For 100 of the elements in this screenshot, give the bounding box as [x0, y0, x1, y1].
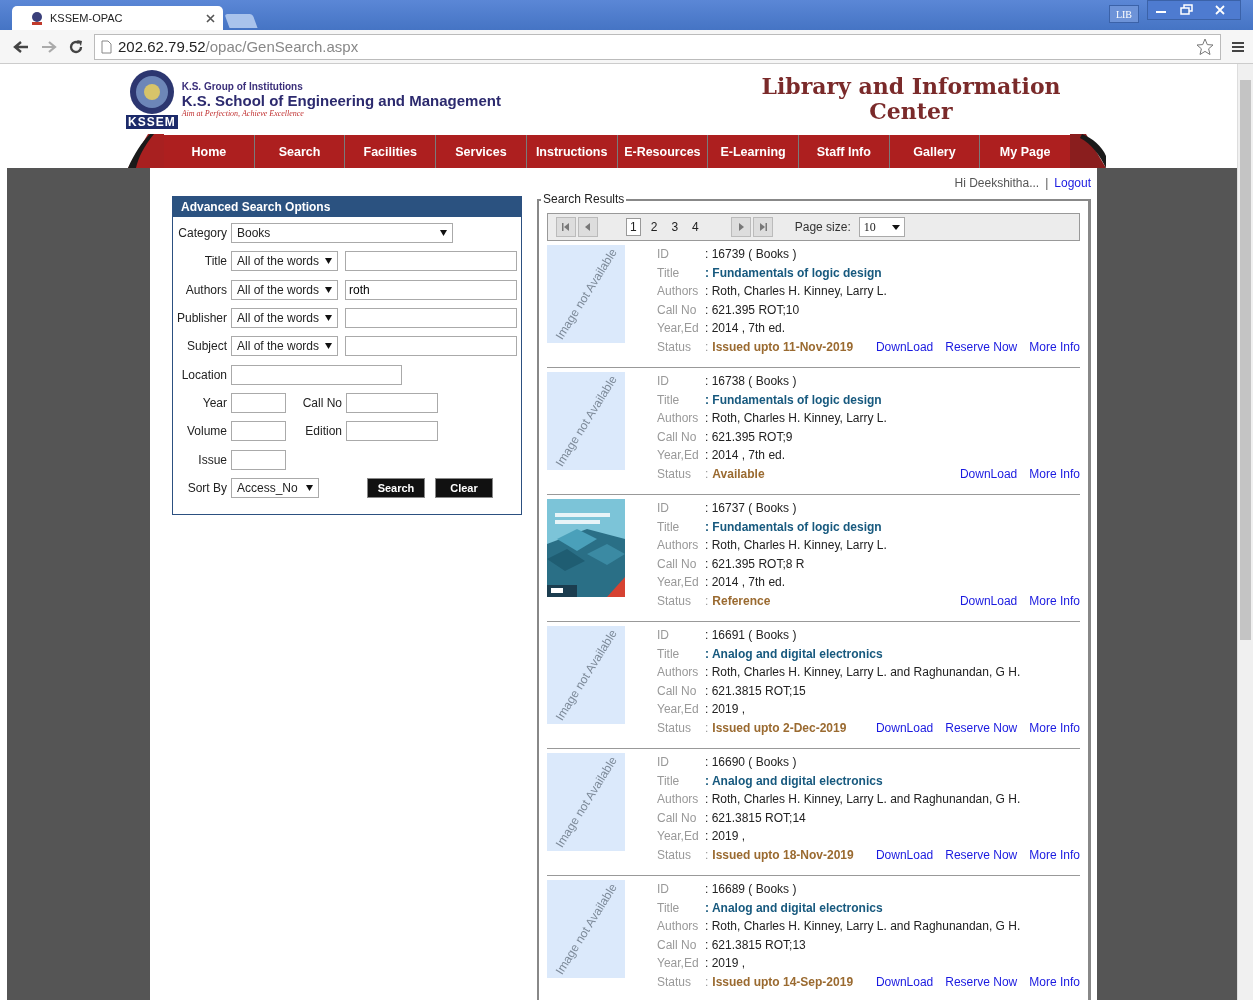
first-page-button[interactable]	[556, 217, 576, 237]
action-link[interactable]: DownLoad	[875, 339, 934, 354]
call-number-value: : 621.395 ROT;9	[705, 429, 793, 444]
first-page-icon	[561, 222, 571, 232]
input-field[interactable]	[345, 251, 517, 272]
match-dropdown[interactable]: All of the words	[231, 336, 338, 357]
title-link[interactable]: : Analog and digital electronics	[705, 773, 883, 788]
action-link[interactable]: More Info	[1029, 974, 1080, 989]
field-label: Title	[657, 519, 681, 534]
page-link[interactable]: 4	[688, 218, 703, 236]
url-text: 202.62.79.52/opac/GenSearch.aspx	[118, 38, 359, 55]
panel-title: Advanced Search Options	[173, 197, 521, 217]
star-icon[interactable]	[1196, 37, 1214, 56]
input-field[interactable]	[231, 449, 286, 470]
title-link[interactable]: : Analog and digital electronics	[705, 646, 883, 661]
input-field[interactable]	[345, 336, 517, 357]
action-link[interactable]: Reserve Now	[945, 720, 1018, 735]
action-link[interactable]: More Info	[1029, 466, 1080, 481]
close-icon[interactable]	[206, 13, 215, 23]
field-label: Publisher	[175, 311, 228, 326]
year-edition-value: : 2014 , 7th ed.	[705, 448, 786, 463]
field-label: ID	[657, 501, 670, 516]
input-field[interactable]	[231, 392, 286, 413]
title-link[interactable]: : Analog and digital electronics	[705, 900, 883, 915]
call-number-value: : 621.3815 ROT;13	[705, 937, 806, 952]
year-edition-value: : 2019 ,	[705, 829, 746, 844]
input-field[interactable]	[346, 421, 438, 442]
address-bar[interactable]: 202.62.79.52/opac/GenSearch.aspx	[94, 33, 1221, 60]
action-link[interactable]: DownLoad	[875, 974, 934, 989]
page-size-label: Page size:	[794, 220, 851, 234]
crest-icon	[127, 69, 176, 115]
caret-icon	[325, 258, 332, 265]
previous-page-button[interactable]	[578, 217, 598, 237]
field-label: Sort By	[186, 480, 228, 495]
field-label: Title	[657, 646, 681, 661]
page-link[interactable]: 2	[646, 218, 662, 236]
separator-text: |	[1045, 176, 1049, 192]
category-dropdown[interactable]: Books	[231, 223, 453, 244]
input-field[interactable]	[231, 364, 402, 385]
page-link[interactable]: 3	[667, 218, 683, 236]
forward-icon[interactable]	[40, 38, 58, 55]
authors-value: : Roth, Charles H. Kinney, Larry L. and Raghunandan, G H.	[705, 792, 1021, 807]
action-link[interactable]: Reserve Now	[945, 339, 1018, 354]
field-label: ID	[657, 755, 670, 770]
input-field[interactable]: roth	[345, 279, 517, 300]
field-label: Title	[657, 392, 681, 407]
menu-icon[interactable]	[1231, 39, 1245, 54]
action-link[interactable]: DownLoad	[875, 847, 934, 862]
field-label: Authors	[657, 919, 700, 934]
action-link[interactable]: DownLoad	[959, 466, 1018, 481]
field-label: Title	[657, 900, 681, 915]
page-link[interactable]: 1	[626, 218, 641, 236]
next-page-button[interactable]	[730, 217, 751, 237]
field-label: Status	[657, 466, 693, 481]
field-label: ID	[657, 247, 670, 262]
last-page-button[interactable]	[752, 217, 773, 237]
call-number-value: : 621.395 ROT;10	[705, 302, 800, 317]
sort-dropdown[interactable]: Access_No	[231, 477, 319, 498]
action-link[interactable]: Reserve Now	[945, 847, 1018, 862]
colon-text: :	[705, 720, 709, 735]
title-link[interactable]: : Fundamentals of logic design	[705, 265, 882, 280]
back-icon[interactable]	[12, 38, 30, 55]
caret-icon	[891, 224, 900, 230]
call-number-value: : 621.3815 ROT;14	[705, 810, 806, 825]
action-link[interactable]: More Info	[1029, 339, 1080, 354]
action-link[interactable]: More Info	[1029, 720, 1080, 735]
caret-icon	[440, 230, 447, 237]
status-value: Issued upto 11-Nov-2019	[712, 339, 854, 354]
search-button[interactable]: Search	[367, 477, 425, 498]
field-label: Call No	[301, 395, 343, 410]
match-dropdown[interactable]: All of the words	[231, 251, 338, 272]
action-link[interactable]: DownLoad	[959, 593, 1018, 608]
input-field[interactable]	[346, 392, 438, 413]
id-value: : 16690 ( Books )	[705, 755, 797, 770]
match-dropdown[interactable]: All of the words	[231, 279, 338, 300]
action-link[interactable]: More Info	[1029, 847, 1080, 862]
field-label: Year	[201, 395, 228, 410]
page-size-dropdown[interactable]: 10	[858, 217, 905, 237]
browser-tab[interactable]: KSSEM-OPAC	[12, 6, 223, 30]
scrollbar[interactable]	[1237, 64, 1253, 1000]
field-label: Call No	[657, 937, 698, 952]
logout-link[interactable]: Logout	[1054, 176, 1091, 192]
action-link[interactable]: Reserve Now	[945, 974, 1018, 989]
new-tab-button[interactable]	[224, 14, 258, 28]
colon-text: :	[705, 593, 709, 608]
title-link[interactable]: : Fundamentals of logic design	[705, 519, 882, 534]
clear-button[interactable]: Clear	[435, 477, 493, 498]
input-field[interactable]	[231, 421, 286, 442]
action-link[interactable]: DownLoad	[875, 720, 934, 735]
input-field[interactable]	[345, 308, 517, 329]
action-link[interactable]: More Info	[1029, 593, 1080, 608]
title-link[interactable]: : Fundamentals of logic design	[705, 392, 882, 407]
authors-value: : Roth, Charles H. Kinney, Larry L. and Raghunandan, G H.	[705, 919, 1021, 934]
nav-link[interactable]: Home	[164, 135, 254, 168]
match-dropdown[interactable]: All of the words	[231, 308, 338, 329]
call-number-value: : 621.3815 ROT;15	[705, 683, 806, 698]
field-label: Call No	[657, 683, 698, 698]
authors-value: : Roth, Charles H. Kinney, Larry L.	[705, 538, 887, 553]
site-title: Library and Information Center	[761, 74, 1061, 124]
reload-icon[interactable]	[68, 38, 84, 55]
